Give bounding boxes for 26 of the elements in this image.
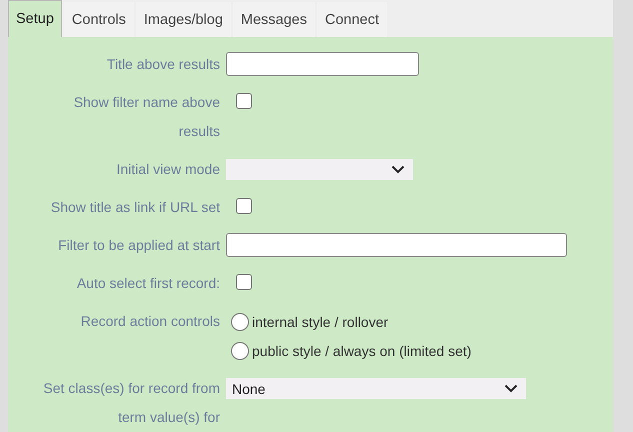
tab[interactable]: Setup: [8, 0, 62, 37]
tab[interactable]: Images/blog: [136, 2, 231, 37]
dropdown-field[interactable]: None: [226, 378, 526, 399]
radio-label: public style / always on (limited set): [252, 342, 472, 358]
dropdown-field[interactable]: [226, 159, 413, 180]
field-label: Filter to be applied at start: [57, 236, 220, 255]
text-field[interactable]: [226, 233, 567, 257]
field-label: Show title as link if URL set: [50, 198, 220, 217]
chevron-down-icon: [391, 165, 405, 174]
checkbox[interactable]: [236, 198, 252, 214]
radio-button[interactable]: [231, 312, 249, 330]
tab[interactable]: Messages: [232, 2, 315, 37]
radio-label: internal style / rollover: [252, 314, 388, 330]
field-label: Auto select first record:: [76, 274, 220, 293]
field-label: Initial view mode: [116, 160, 220, 179]
checkbox[interactable]: [236, 274, 252, 290]
tab[interactable]: Connect: [317, 2, 388, 37]
field-label: Show filter name above results: [72, 93, 220, 141]
field-label: Title above results: [106, 55, 220, 74]
radio-button[interactable]: [231, 342, 249, 360]
tab[interactable]: Controls: [64, 2, 134, 37]
chevron-down-icon: [504, 384, 518, 393]
field-label: Record action controls: [80, 312, 220, 331]
checkbox[interactable]: [236, 93, 252, 109]
field-label: Set class(es) for record from term value(s) for: [42, 379, 220, 427]
text-field[interactable]: [226, 52, 419, 76]
